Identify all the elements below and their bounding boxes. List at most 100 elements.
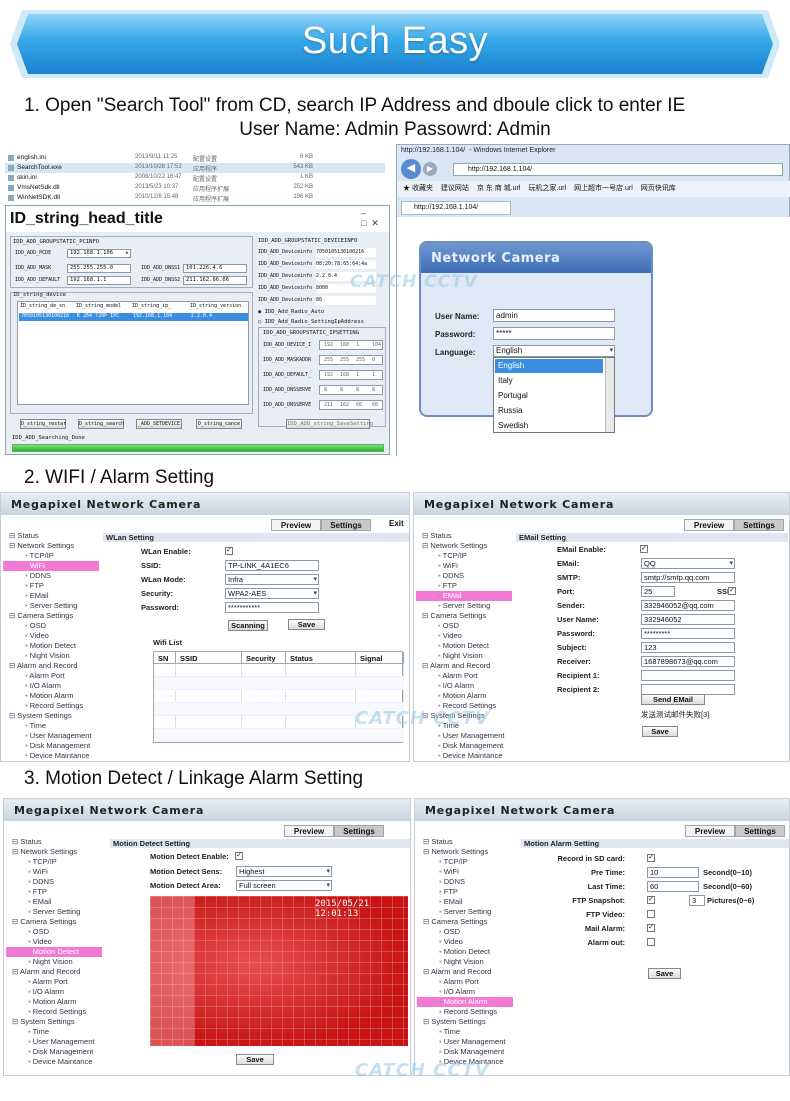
pre-time-input[interactable]: 10 [647,867,699,878]
menu-item[interactable]: ▪ Night Vision [6,957,102,967]
ip-field[interactable]: 211 162 66 66 [319,400,383,410]
tab-preview[interactable]: Preview [684,519,734,531]
menu-item[interactable]: ▪ Time [417,1027,513,1037]
security-select[interactable]: WPA2-AES [225,588,319,599]
email-password-input[interactable]: ********* [641,628,735,639]
menu-item[interactable]: ▪ Video [6,937,102,947]
tab-preview[interactable]: Preview [271,519,321,531]
menu-item[interactable]: ▪ User Management [417,1037,513,1047]
sensitivity-select[interactable]: Highest [236,866,332,877]
menu-item[interactable]: ⊟ Status [417,837,513,847]
radio-setting-ip[interactable]: ○ IDD_Add_Radio_SettingIpAddress [258,319,364,325]
menu-item[interactable]: ▪ User Management [6,1037,102,1047]
menu-item[interactable]: ▪ Time [3,721,99,731]
file-row[interactable]: WinNetSDK.dll 2010/12/8 15:48 应用程序扩展 196 KB [5,193,385,203]
menu-item[interactable]: ▪ WiFi [6,867,102,877]
motion-area-grid[interactable]: 2015/05/21 12:01:13 [150,896,408,1046]
menu-item[interactable]: ▪ Night Vision [3,651,99,661]
menu-item[interactable]: ▪ Alarm Port [6,977,102,987]
menu-item[interactable]: ⊟ Status [3,531,99,541]
ip-field[interactable]: 192 168 1 1 [319,370,383,380]
favorite-link[interactable]: 网页快讯库 [641,185,676,192]
pc-value[interactable]: 255.255.255.0 [67,264,131,273]
pc-value[interactable]: 192.168.1.1 [67,276,131,285]
menu-item[interactable]: ▪ Video [417,937,513,947]
language-option[interactable]: Italy [495,374,603,388]
menu-item[interactable]: ▪ Alarm Port [3,671,99,681]
menu-item[interactable]: ▪ OSD [416,621,512,631]
menu-item[interactable]: ⊟ Status [416,531,512,541]
menu-item[interactable]: ▪ OSD [6,927,102,937]
menu-item[interactable]: ▪ EMail [6,897,102,907]
pc-value[interactable]: 192.168.1.106 [67,249,131,258]
menu-item[interactable]: ▪ DDNS [3,571,99,581]
email-provider-select[interactable]: QQ [641,558,735,569]
tab-settings[interactable]: Settings [735,825,785,837]
menu-item[interactable]: ▪ WiFi [3,561,99,571]
favorite-link[interactable]: 京 东 商 城.url [477,185,521,192]
tab-settings[interactable]: Settings [734,519,784,531]
save-button[interactable]: Save [236,1054,274,1065]
menu-item[interactable]: ▪ WiFi [417,867,513,877]
email-enable-checkbox[interactable]: ✓ [640,545,648,553]
favorite-link[interactable]: 网上超市一号店.url [574,185,633,192]
language-option[interactable]: Swedish [495,419,603,433]
ftp-video-checkbox[interactable] [647,910,655,918]
recipient1-input[interactable] [641,670,735,681]
menu-item[interactable]: ▪ TCP/IP [416,551,512,561]
record-sd-checkbox[interactable]: ✓ [647,854,655,862]
pictures-input[interactable]: 3 [689,895,705,906]
ip-field[interactable]: 8 8 8 8 [319,385,383,395]
menu-item[interactable]: ▪ EMail [3,591,99,601]
ip-field[interactable]: 192 168 1 104 [319,340,383,350]
wlan-enable-checkbox[interactable]: ✓ [225,547,233,555]
tab-settings[interactable]: Settings [334,825,384,837]
menu-item[interactable]: ⊟ System Settings [417,1017,513,1027]
menu-item[interactable]: ▪ TCP/IP [417,857,513,867]
menu-item[interactable]: ▪ Time [6,1027,102,1037]
password-input[interactable]: ***** [493,327,615,340]
favorites-icon[interactable]: ★ [403,185,410,192]
save-button[interactable]: Save [648,968,681,979]
wifi-list-row[interactable] [154,690,404,703]
sender-input[interactable]: 332946052@qq.com [641,600,735,611]
tab-settings[interactable]: Settings [321,519,371,531]
menu-item[interactable]: ⊟ Network Settings [416,541,512,551]
menu-item[interactable]: ▪ I/O Alarm [417,987,513,997]
receiver-input[interactable]: 1687898673@qq.com [641,656,735,667]
search-tool-button[interactable]: _ADD_SETDEVICE [136,419,182,429]
menu-item[interactable]: ▪ FTP [416,581,512,591]
menu-item[interactable]: ▪ User Management [3,731,99,741]
menu-item[interactable]: ▪ Night Vision [417,957,513,967]
file-row[interactable]: SearchTool.exe 2013/10/28 17:52 应用程序 543 KB [5,163,385,173]
menu-item[interactable]: ▪ Alarm Port [417,977,513,987]
menu-item[interactable]: ▪ Night Vision [416,651,512,661]
menu-item[interactable]: ▪ Device Maintance [416,751,512,761]
menu-item[interactable]: ▪ Server Setting [3,601,99,611]
menu-item[interactable]: ▪ Video [416,631,512,641]
wifi-list-row[interactable] [154,729,404,742]
menu-item[interactable]: ▪ Device Maintance [6,1057,102,1067]
menu-item[interactable]: ▪ Record Settings [3,701,99,711]
dns-value[interactable]: 101.226.4.6 [183,264,247,273]
menu-item[interactable]: ▪ EMail [417,897,513,907]
menu-item[interactable]: ▪ OSD [3,621,99,631]
menu-item[interactable]: ▪ I/O Alarm [6,987,102,997]
menu-item[interactable]: ▪ Motion Detect [3,641,99,651]
username-input[interactable]: admin [493,309,615,322]
language-option[interactable]: English [495,359,603,373]
save-button[interactable]: Save [642,726,678,737]
tab-preview[interactable]: Preview [284,825,334,837]
menu-item[interactable]: ▪ Server Setting [417,907,513,917]
menu-item[interactable]: ▪ OSD [417,927,513,937]
back-icon[interactable]: ◀ [401,159,421,179]
search-tool-button[interactable]: D_string_restar [20,419,66,429]
favorite-link[interactable]: 玩机之家.url [528,185,566,192]
menu-item[interactable]: ▪ Disk Management [6,1047,102,1057]
menu-item[interactable]: ▪ Device Maintance [3,751,99,761]
menu-item[interactable]: ▪ DDNS [416,571,512,581]
menu-item[interactable]: ⊟ Network Settings [3,541,99,551]
menu-item[interactable]: ▪ Disk Management [3,741,99,751]
wifi-list-row[interactable] [154,664,404,677]
ie-tab[interactable]: http://192.168.1.104/ [401,201,511,215]
